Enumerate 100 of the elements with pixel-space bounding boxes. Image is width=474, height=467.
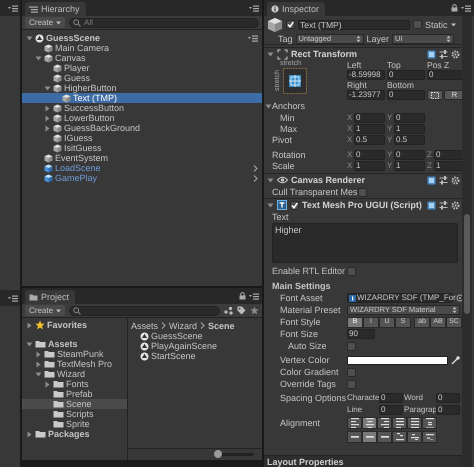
hierarchy-item[interactable]: Text (TMP) [22, 93, 262, 103]
number-field[interactable]: 1 [354, 124, 385, 134]
lock-icon [451, 4, 458, 12]
hierarchy-item[interactable]: Guess [22, 73, 262, 83]
slider-thumb[interactable] [214, 450, 222, 458]
hierarchy-item[interactable]: GamePlay [22, 173, 262, 183]
number-field[interactable]: 0 [394, 150, 425, 160]
number-field[interactable]: 0 [379, 393, 403, 403]
create-button[interactable]: Create [25, 17, 66, 28]
number-field[interactable]: 90 [347, 329, 375, 339]
alignment-button[interactable] [392, 431, 407, 443]
hierarchy-item[interactable]: EventSystem [22, 153, 262, 163]
folder-item[interactable]: Assets [22, 339, 127, 349]
number-field[interactable]: 0.5 [394, 134, 425, 144]
alignment-button[interactable] [362, 417, 377, 429]
number-field[interactable]: 1 [394, 124, 425, 134]
alignment-button[interactable] [407, 417, 422, 429]
name-field[interactable]: Text (TMP) [298, 20, 410, 30]
checkbox[interactable] [347, 266, 356, 276]
alignment-button[interactable] [377, 417, 392, 429]
hierarchy-item[interactable]: IsitGuess [22, 143, 262, 153]
file-item[interactable]: PlayAgainScene [140, 341, 262, 351]
number-field[interactable]: 0 [387, 90, 425, 100]
alignment-button[interactable] [362, 431, 377, 443]
folder-item[interactable]: Favorites [22, 320, 127, 330]
folder-item[interactable]: Sprite [22, 419, 127, 429]
scrollbar[interactable] [462, 16, 472, 467]
breadcrumb-item[interactable]: Assets [131, 320, 158, 330]
number-field[interactable]: 0 [354, 150, 385, 160]
alignment-button[interactable] [392, 417, 407, 429]
number-field[interactable]: 0 [436, 405, 460, 415]
alignment-button[interactable] [347, 417, 362, 429]
panel-tab[interactable]: Inspector [267, 2, 326, 16]
color-field[interactable] [347, 356, 448, 364]
caret-icon [56, 308, 62, 312]
hierarchy-item[interactable]: HigherButton [22, 83, 262, 93]
hierarchy-item[interactable]: GuessBackGround [22, 123, 262, 133]
hierarchy-item[interactable]: Main Camera [22, 43, 262, 53]
field-label: Font Style [280, 317, 322, 327]
file-item[interactable]: GuessScene [140, 331, 262, 341]
number-field[interactable]: 0 [427, 70, 465, 80]
number-field[interactable]: 0.5 [354, 134, 385, 144]
text-input-area[interactable]: Higher [272, 223, 458, 263]
hierarchy-item[interactable]: IGuess [22, 133, 262, 143]
hierarchy-item[interactable]: GuessScene [22, 33, 262, 43]
breadcrumb-item[interactable]: Scene [208, 320, 235, 330]
component-title[interactable]: Text Mesh Pro UGUI (Script) [302, 200, 422, 210]
component-title[interactable]: Canvas Renderer [291, 175, 366, 185]
checkbox[interactable] [347, 368, 356, 376]
eyedropper-icon[interactable] [451, 356, 460, 364]
folder-item[interactable]: TextMesh Pro [22, 359, 127, 369]
checkbox[interactable] [347, 380, 356, 388]
number-field[interactable]: 0 [436, 393, 460, 403]
hierarchy-item[interactable]: Canvas [22, 53, 262, 63]
number-field[interactable]: 0 [379, 405, 403, 415]
folder-item[interactable]: Scripts [22, 409, 127, 419]
hierarchy-item[interactable]: LowerButton [22, 113, 262, 123]
folder-item[interactable]: Wizard [22, 369, 127, 379]
number-field[interactable]: 1 [434, 160, 465, 170]
folder-item[interactable]: Scene [22, 399, 127, 409]
field-label: Word [404, 393, 424, 403]
checkbox[interactable] [290, 200, 299, 210]
checkbox[interactable] [286, 20, 295, 29]
create-button[interactable]: Create [25, 305, 66, 316]
object-picker-icon[interactable] [456, 294, 464, 302]
checkbox[interactable] [358, 188, 367, 196]
anchor-preset-button[interactable] [283, 68, 307, 94]
component-title[interactable]: Layout Properties [264, 455, 462, 467]
search-field[interactable] [69, 306, 220, 316]
folder-item[interactable]: Fonts [22, 379, 127, 389]
hierarchy-item[interactable]: Player [22, 63, 262, 73]
hierarchy-item[interactable]: SuccessButton [22, 103, 262, 113]
alignment-button[interactable] [422, 417, 437, 429]
component-title[interactable]: Rect Transform [291, 49, 358, 59]
number-field[interactable]: 0 [354, 112, 385, 122]
alignment-button[interactable] [347, 431, 362, 443]
number-field[interactable]: 0 [387, 70, 425, 80]
folder-item[interactable]: SteamPunk [22, 349, 127, 359]
checkbox[interactable] [413, 20, 422, 29]
panel-tab[interactable]: Hierarchy [25, 2, 86, 16]
search-field[interactable]: All [69, 18, 259, 28]
number-field[interactable]: -1.23977 [347, 90, 385, 100]
number-field[interactable]: 1 [354, 160, 385, 170]
sliders-icon [439, 200, 448, 210]
folder-item[interactable]: Packages [22, 429, 127, 439]
alignment-button[interactable] [422, 431, 437, 443]
file-item[interactable]: StartScene [140, 351, 262, 361]
number-field[interactable]: 1 [394, 160, 425, 170]
axis-label: X [347, 150, 354, 160]
checkbox[interactable] [347, 342, 356, 350]
number-field[interactable]: 0 [434, 150, 465, 160]
panel-tab[interactable]: Project [25, 290, 76, 304]
alignment-button[interactable] [407, 431, 422, 443]
hierarchy-item[interactable]: LoadScene [22, 163, 262, 173]
folder-item[interactable]: Prefab [22, 389, 127, 399]
alignment-button[interactable] [377, 431, 392, 443]
breadcrumb-item[interactable]: Wizard [169, 320, 198, 330]
number-field[interactable]: 0 [394, 112, 425, 122]
blueprint-button[interactable] [427, 90, 443, 100]
number-field[interactable]: -8.59998 [347, 70, 385, 80]
